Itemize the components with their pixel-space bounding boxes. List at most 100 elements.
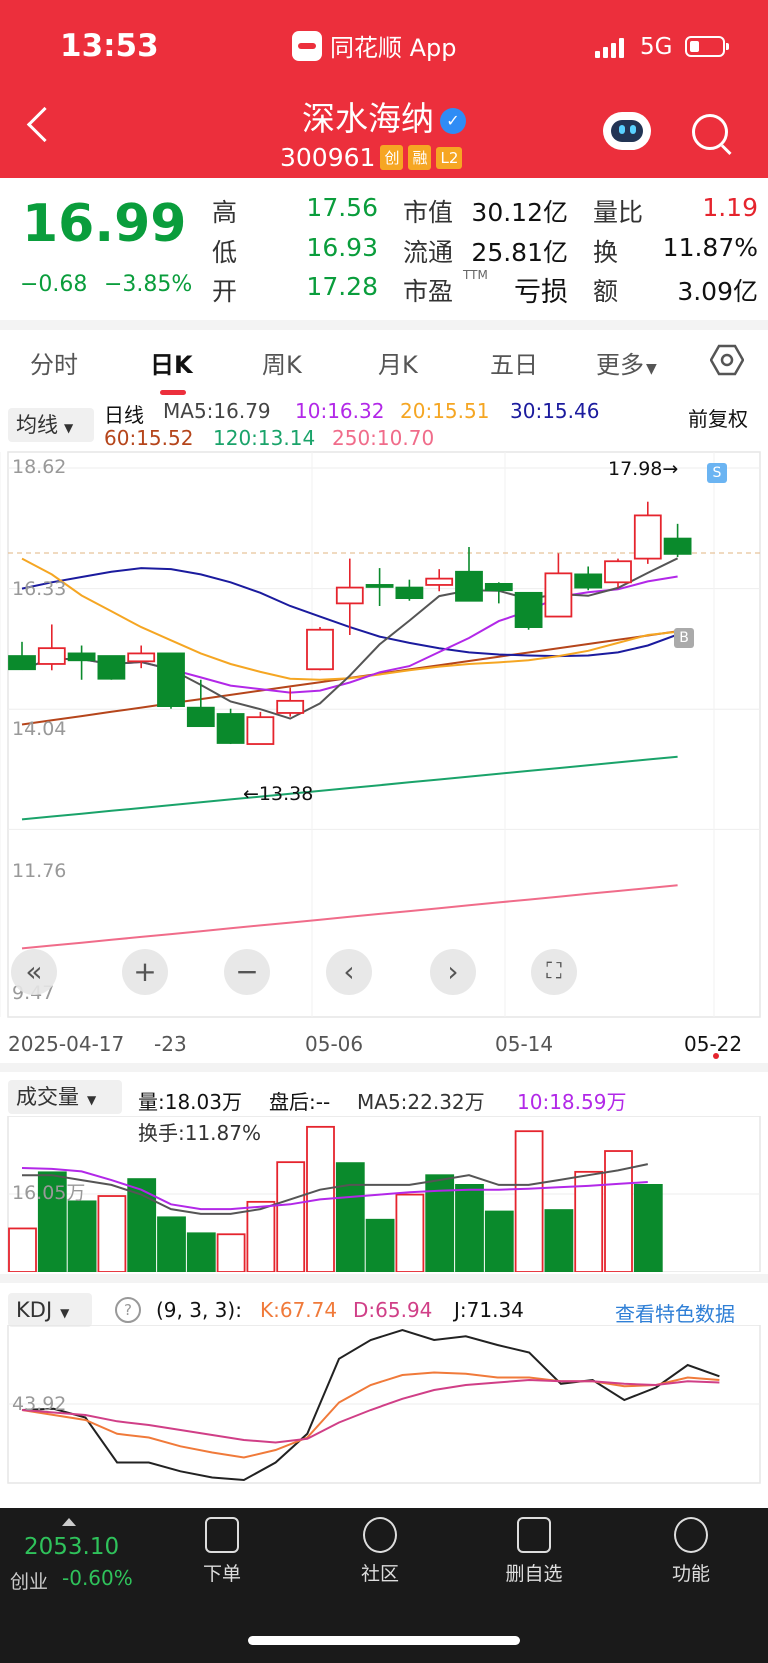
volume-value: 量:18.03万	[138, 1090, 242, 1114]
candle	[67, 645, 96, 680]
tab-five-day[interactable]: 五日	[490, 345, 538, 380]
price-axis-4: 11.76	[12, 860, 67, 882]
volume-bar	[216, 1233, 246, 1272]
mcap-value: 30.12亿	[471, 198, 568, 227]
kdj-j-line	[21, 1328, 720, 1482]
kdj-indicator-selector[interactable]: KDJ ▼	[8, 1293, 92, 1327]
chevron-down-icon: ▼	[60, 1306, 70, 1320]
candle	[37, 624, 66, 671]
nav-functions-label: 功能	[671, 1563, 710, 1585]
ma120-line	[21, 755, 678, 821]
volume-indicator-selector[interactable]: 成交量 ▼	[8, 1080, 122, 1114]
candle	[425, 569, 454, 592]
scroll-right-icon[interactable]: ›	[430, 949, 476, 995]
ma10-legend: 10:16.32	[295, 399, 385, 423]
nav-community[interactable]: 社区	[335, 1517, 425, 1586]
tab-weekly-k[interactable]: 周K	[262, 345, 302, 380]
feature-data-link[interactable]: 查看特色数据	[615, 1298, 735, 1327]
volume-bar	[8, 1227, 37, 1272]
tab-daily-k[interactable]: 日K	[150, 345, 193, 380]
tab-active-indicator	[160, 390, 186, 395]
candle	[395, 579, 424, 601]
ma60-legend: 60:15.52	[104, 426, 194, 450]
indicator-selector-label: 均线	[16, 413, 58, 437]
home-indicator[interactable]	[248, 1636, 520, 1645]
divider	[0, 1063, 768, 1072]
order-icon	[205, 1517, 239, 1553]
volume-chart[interactable]	[0, 1116, 768, 1272]
volume-bar	[246, 1200, 276, 1272]
candle	[663, 523, 692, 558]
volume-bar	[365, 1218, 395, 1272]
last-price: 16.99	[22, 194, 187, 254]
settings-icon[interactable]	[710, 343, 744, 377]
volume-bar	[67, 1200, 97, 1272]
fullscreen-icon[interactable]: ⛶	[531, 949, 577, 995]
high-value: 17.56	[306, 193, 378, 222]
buy-signal-badge[interactable]: B	[674, 628, 694, 648]
app-header: 13:53 同花顺 App 5G 深水海纳 ✓ 300961 创 融 L2	[0, 0, 768, 178]
help-icon[interactable]: ?	[115, 1297, 141, 1323]
ma30-legend: 30:15.46	[510, 399, 600, 423]
ma250-legend: 250:10.70	[332, 426, 435, 450]
volume-bar	[127, 1178, 157, 1272]
app-indicator[interactable]: 同花顺 App	[292, 28, 457, 63]
nav-order[interactable]: 下单	[177, 1517, 267, 1586]
kdj-k: K:67.74	[260, 1298, 338, 1322]
ma5-legend: MA5:16.79	[163, 399, 271, 423]
candle	[97, 655, 126, 680]
today-dot	[713, 1053, 719, 1059]
date-label-4: 05-14	[495, 1032, 554, 1056]
mcap-label: 市值	[403, 198, 454, 227]
index-value[interactable]: 2053.10	[24, 1534, 119, 1560]
price-change-pct: −3.85%	[104, 272, 193, 297]
pe-label: 市盈	[403, 277, 454, 306]
nav-functions[interactable]: 功能	[646, 1517, 736, 1586]
volume-bar	[455, 1184, 484, 1272]
open-label: 开	[212, 277, 238, 306]
candlestick-chart[interactable]	[0, 450, 768, 1020]
kdj-selector-label: KDJ	[16, 1298, 53, 1322]
divider	[0, 1274, 768, 1283]
search-icon[interactable]	[692, 114, 728, 150]
volume-ma5: MA5:22.32万	[357, 1090, 485, 1114]
verified-icon: ✓	[440, 107, 466, 134]
zoom-in-icon[interactable]: +	[122, 949, 168, 995]
tag-rong: 融	[408, 145, 432, 170]
tab-more[interactable]: 更多 ▼	[596, 345, 657, 380]
sell-signal-badge[interactable]: S	[707, 463, 727, 483]
tab-intraday[interactable]: 分时	[30, 345, 78, 380]
adjust-mode[interactable]: 前复权	[688, 403, 748, 432]
candle	[514, 591, 543, 630]
candle	[216, 708, 245, 745]
stock-title: 深水海纳 ✓	[0, 92, 768, 140]
indicator-selector[interactable]: 均线 ▼	[8, 408, 94, 442]
app-name: 同花顺 App	[330, 34, 457, 62]
nav-remove-watchlist[interactable]: 删自选	[489, 1517, 579, 1586]
index-up-icon	[62, 1518, 76, 1526]
kdj-params: (9, 3, 3):	[156, 1298, 242, 1322]
amount-value: 3.09亿	[677, 277, 758, 306]
candle	[633, 501, 662, 564]
chevron-down-icon: ▼	[646, 361, 657, 377]
scroll-left-icon[interactable]: ‹	[326, 949, 372, 995]
volume-ratio-label: 量比	[593, 198, 644, 227]
status-time: 13:53	[60, 28, 159, 64]
tab-more-label: 更多	[596, 351, 644, 379]
price-axis-1: 18.62	[12, 456, 67, 478]
chevron-down-icon: ▼	[87, 1093, 97, 1107]
ai-assistant-icon[interactable]	[603, 112, 651, 150]
kdj-chart[interactable]	[0, 1325, 768, 1485]
collapse-left-icon[interactable]: «	[11, 949, 57, 995]
nav-order-label: 下单	[202, 1563, 241, 1585]
volume-bar	[186, 1232, 216, 1272]
stock-name: 深水海纳	[302, 99, 434, 138]
low-value: 16.93	[306, 233, 378, 262]
zoom-out-icon[interactable]: −	[224, 949, 270, 995]
nav-remove-label: 删自选	[505, 1563, 563, 1585]
candle	[365, 568, 394, 607]
battery-icon	[685, 36, 729, 57]
tab-monthly-k[interactable]: 月K	[378, 345, 418, 380]
community-icon	[363, 1517, 397, 1553]
pe-value: 亏损	[514, 277, 568, 308]
